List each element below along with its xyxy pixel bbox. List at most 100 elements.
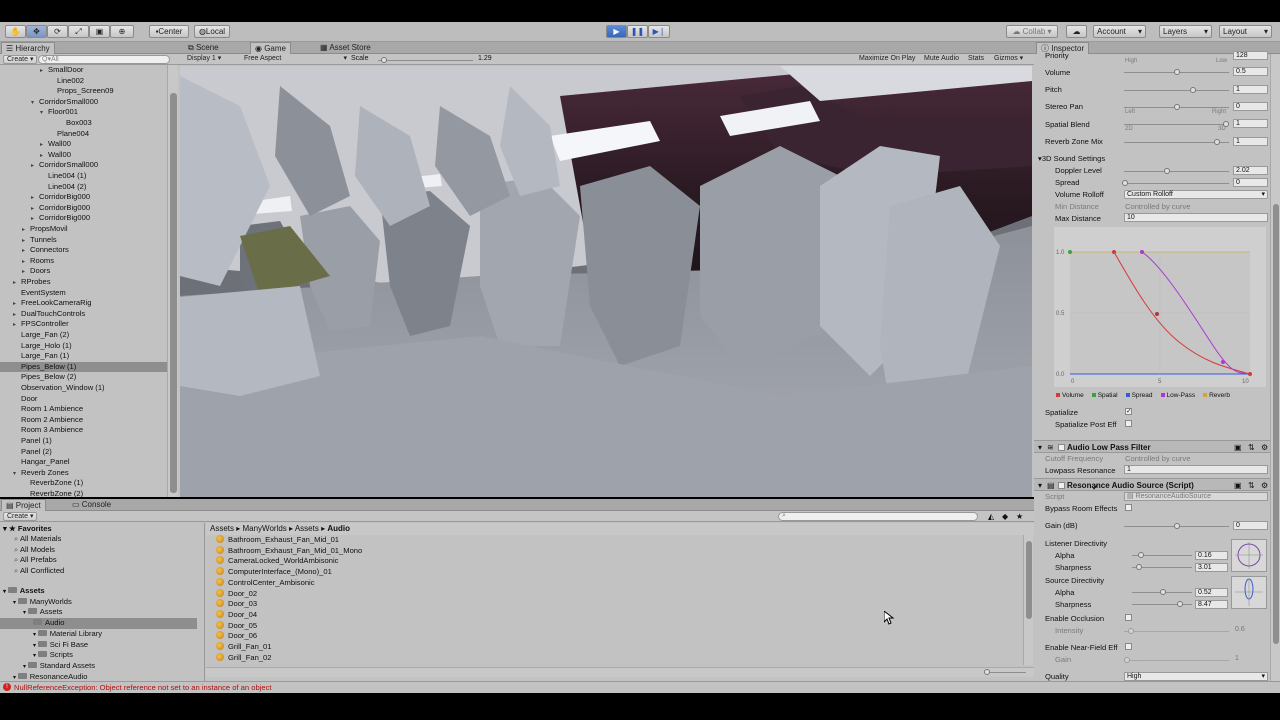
gain-db-field[interactable]: 0 [1233,521,1268,530]
spatialize-checkbox[interactable]: ✓ [1125,408,1132,415]
hierarchy-item[interactable]: Room 1 Ambience [0,404,167,415]
mute-audio-toggle[interactable]: Mute Audio [921,55,962,64]
hierarchy-item[interactable]: Panel (1) [0,436,167,447]
nearfield-gain-slider[interactable] [1124,657,1229,663]
spatial-blend-field[interactable]: 1 [1233,119,1268,128]
tab-scene[interactable]: ⧉ Scene [184,42,223,54]
hierarchy-item[interactable]: Box003 [0,118,167,129]
reverb-zone-mix-knob[interactable] [1214,139,1220,145]
gear-icon[interactable]: ⚙ [1261,443,1268,452]
gain-db-slider[interactable] [1124,523,1229,529]
asset-file-item[interactable]: Grill_Fan_02 [216,652,271,664]
legend-entry[interactable]: Low-Pass [1160,392,1195,399]
volume-rolloff-dropdown[interactable]: Custom Rolloff ▾ [1124,190,1268,199]
tab-hierarchy[interactable]: ☰ Hierarchy [1,42,55,54]
stats-toggle[interactable]: Stats [965,55,987,64]
help-icon[interactable]: ▣ [1234,443,1242,452]
stereo-pan-knob[interactable] [1174,104,1180,110]
favorites-item[interactable]: ⌕ All Prefabs [14,555,57,566]
status-bar[interactable]: ! NullReferenceException: Object referen… [0,681,1280,693]
asset-file-item[interactable]: Door_02 [216,588,257,600]
pitch-field[interactable]: 1 [1233,85,1268,94]
hierarchy-item[interactable]: ▸ FreeLookCameraRig [0,298,167,309]
hierarchy-item[interactable]: ▸ Connectors [0,245,167,256]
hierarchy-item[interactable]: ▸ Wall00 [0,150,167,161]
doppler-slider[interactable] [1124,168,1229,174]
chevron-down-icon[interactable]: ▾ [13,675,18,681]
hierarchy-scroll-thumb[interactable] [170,93,177,493]
move-tool-button[interactable]: ✥ [26,25,47,38]
doppler-knob[interactable] [1164,168,1170,174]
chevron-down-icon[interactable]: ▾ [33,632,38,638]
gear-icon[interactable]: ⚙ [1261,481,1268,490]
pivot-center-button[interactable]: ▪Center [149,25,189,38]
intensity-knob[interactable] [1128,628,1134,634]
source-sharpness-knob[interactable] [1177,601,1183,607]
hierarchy-item[interactable]: ▾ CorridorSmall000 [0,97,167,108]
folder-tree-item[interactable]: Audio [0,618,197,629]
hierarchy-item[interactable]: ▸ Doors [0,266,167,277]
services-button[interactable]: ☁ [1066,25,1087,38]
asset-file-item[interactable]: Bathroom_Exhaust_Fan_Mid_01_Mono [216,545,362,557]
breadcrumb-item[interactable]: ManyWorlds [242,524,286,533]
spread-field[interactable]: 0 [1233,178,1268,187]
project-scrollbar[interactable] [1023,535,1033,665]
gizmos-dropdown[interactable]: Gizmos ▾ [991,55,1026,64]
folder-tree-item[interactable]: ▾ Sci Fi Base [0,640,197,651]
enable-occlusion-checkbox[interactable] [1125,614,1132,621]
scale-tool-button[interactable]: ⤢ [68,25,89,38]
hierarchy-search-input[interactable]: Q▾All [38,55,170,64]
hierarchy-scrollbar[interactable] [167,65,178,497]
reverb-zone-mix-slider[interactable] [1124,139,1229,145]
hierarchy-item[interactable]: ▾ Floor001 [0,107,167,118]
hierarchy-item[interactable]: ▾ Reverb Zones [0,468,167,479]
collab-button[interactable]: ☁ Collab ▾ [1006,25,1058,38]
account-dropdown[interactable]: Account ▾ [1093,25,1146,38]
source-alpha-slider[interactable] [1132,589,1192,595]
bypass-room-effects-checkbox[interactable] [1125,504,1132,511]
folder-tree-item[interactable]: ▾ Standard Assets [0,661,197,672]
maximize-on-play-toggle[interactable]: Maximize On Play [856,55,918,64]
pivot-local-button[interactable]: ◍Local [194,25,230,38]
volume-field[interactable]: 0.5 [1233,67,1268,76]
hierarchy-item[interactable]: Props_Screen09 [0,86,167,97]
legend-entry[interactable]: Reverb [1203,392,1230,399]
spread-slider[interactable] [1122,180,1229,186]
chevron-down-icon[interactable]: ▾ [23,664,28,670]
aspect-dropdown[interactable]: Free Aspect ▾ [241,55,349,64]
asset-file-item[interactable]: ComputerInterface_(Mono)_01 [216,567,332,578]
script-field[interactable]: ▤ ResonanceAudioSource [1124,492,1268,501]
hierarchy-item[interactable]: Room 2 Ambience [0,415,167,426]
hierarchy-item[interactable]: Pipes_Below (1) [0,361,167,373]
hierarchy-item[interactable]: Line002 [0,76,167,87]
spatialize-post-checkbox[interactable] [1125,420,1132,427]
folder-tree-item[interactable]: ▾ ManyWorlds [0,597,197,608]
hierarchy-item[interactable]: ▸ CorridorBig000 [0,192,167,203]
chevron-down-icon[interactable]: ▾ [3,589,8,595]
folder-tree-item[interactable]: ▾ Assets [0,607,197,618]
doppler-field[interactable]: 2.02 [1233,166,1268,175]
hierarchy-item[interactable]: Panel (2) [0,447,167,458]
breadcrumb-item[interactable]: Assets [295,524,319,533]
hierarchy-item[interactable]: ReverbZone (1) [0,478,167,489]
hierarchy-item[interactable]: ▸ Rooms [0,256,167,267]
legend-entry[interactable]: Spread [1125,392,1153,399]
listener-sharpness-knob[interactable] [1136,564,1142,570]
stereo-pan-field[interactable]: 0 [1233,102,1268,111]
source-alpha-field[interactable]: 0.52 [1195,588,1228,597]
hierarchy-item[interactable]: Room 3 Ambience [0,425,167,436]
asset-file-item[interactable]: Door_06 [216,631,257,642]
enable-nearfield-checkbox[interactable] [1125,643,1132,650]
pitch-slider[interactable] [1124,87,1229,93]
hierarchy-item[interactable]: Plane004 [0,129,167,140]
hierarchy-item[interactable]: Observation_Window (1) [0,383,167,394]
legend-entry[interactable]: Spatial [1091,392,1118,399]
asset-file-item[interactable]: Grill_Fan_01 [216,642,271,653]
nearfield-gain-knob[interactable] [1124,657,1130,663]
tab-console[interactable]: ▭ Console [68,499,115,511]
folder-tree-item[interactable]: ▾ Scripts [0,650,197,661]
rect-tool-button[interactable]: ▣ [89,25,110,38]
display-dropdown[interactable]: Display 1 ▾ [184,55,239,64]
favorites-item[interactable]: ⌕ All Materials [14,534,61,545]
layers-dropdown[interactable]: Layers ▾ [1159,25,1212,38]
